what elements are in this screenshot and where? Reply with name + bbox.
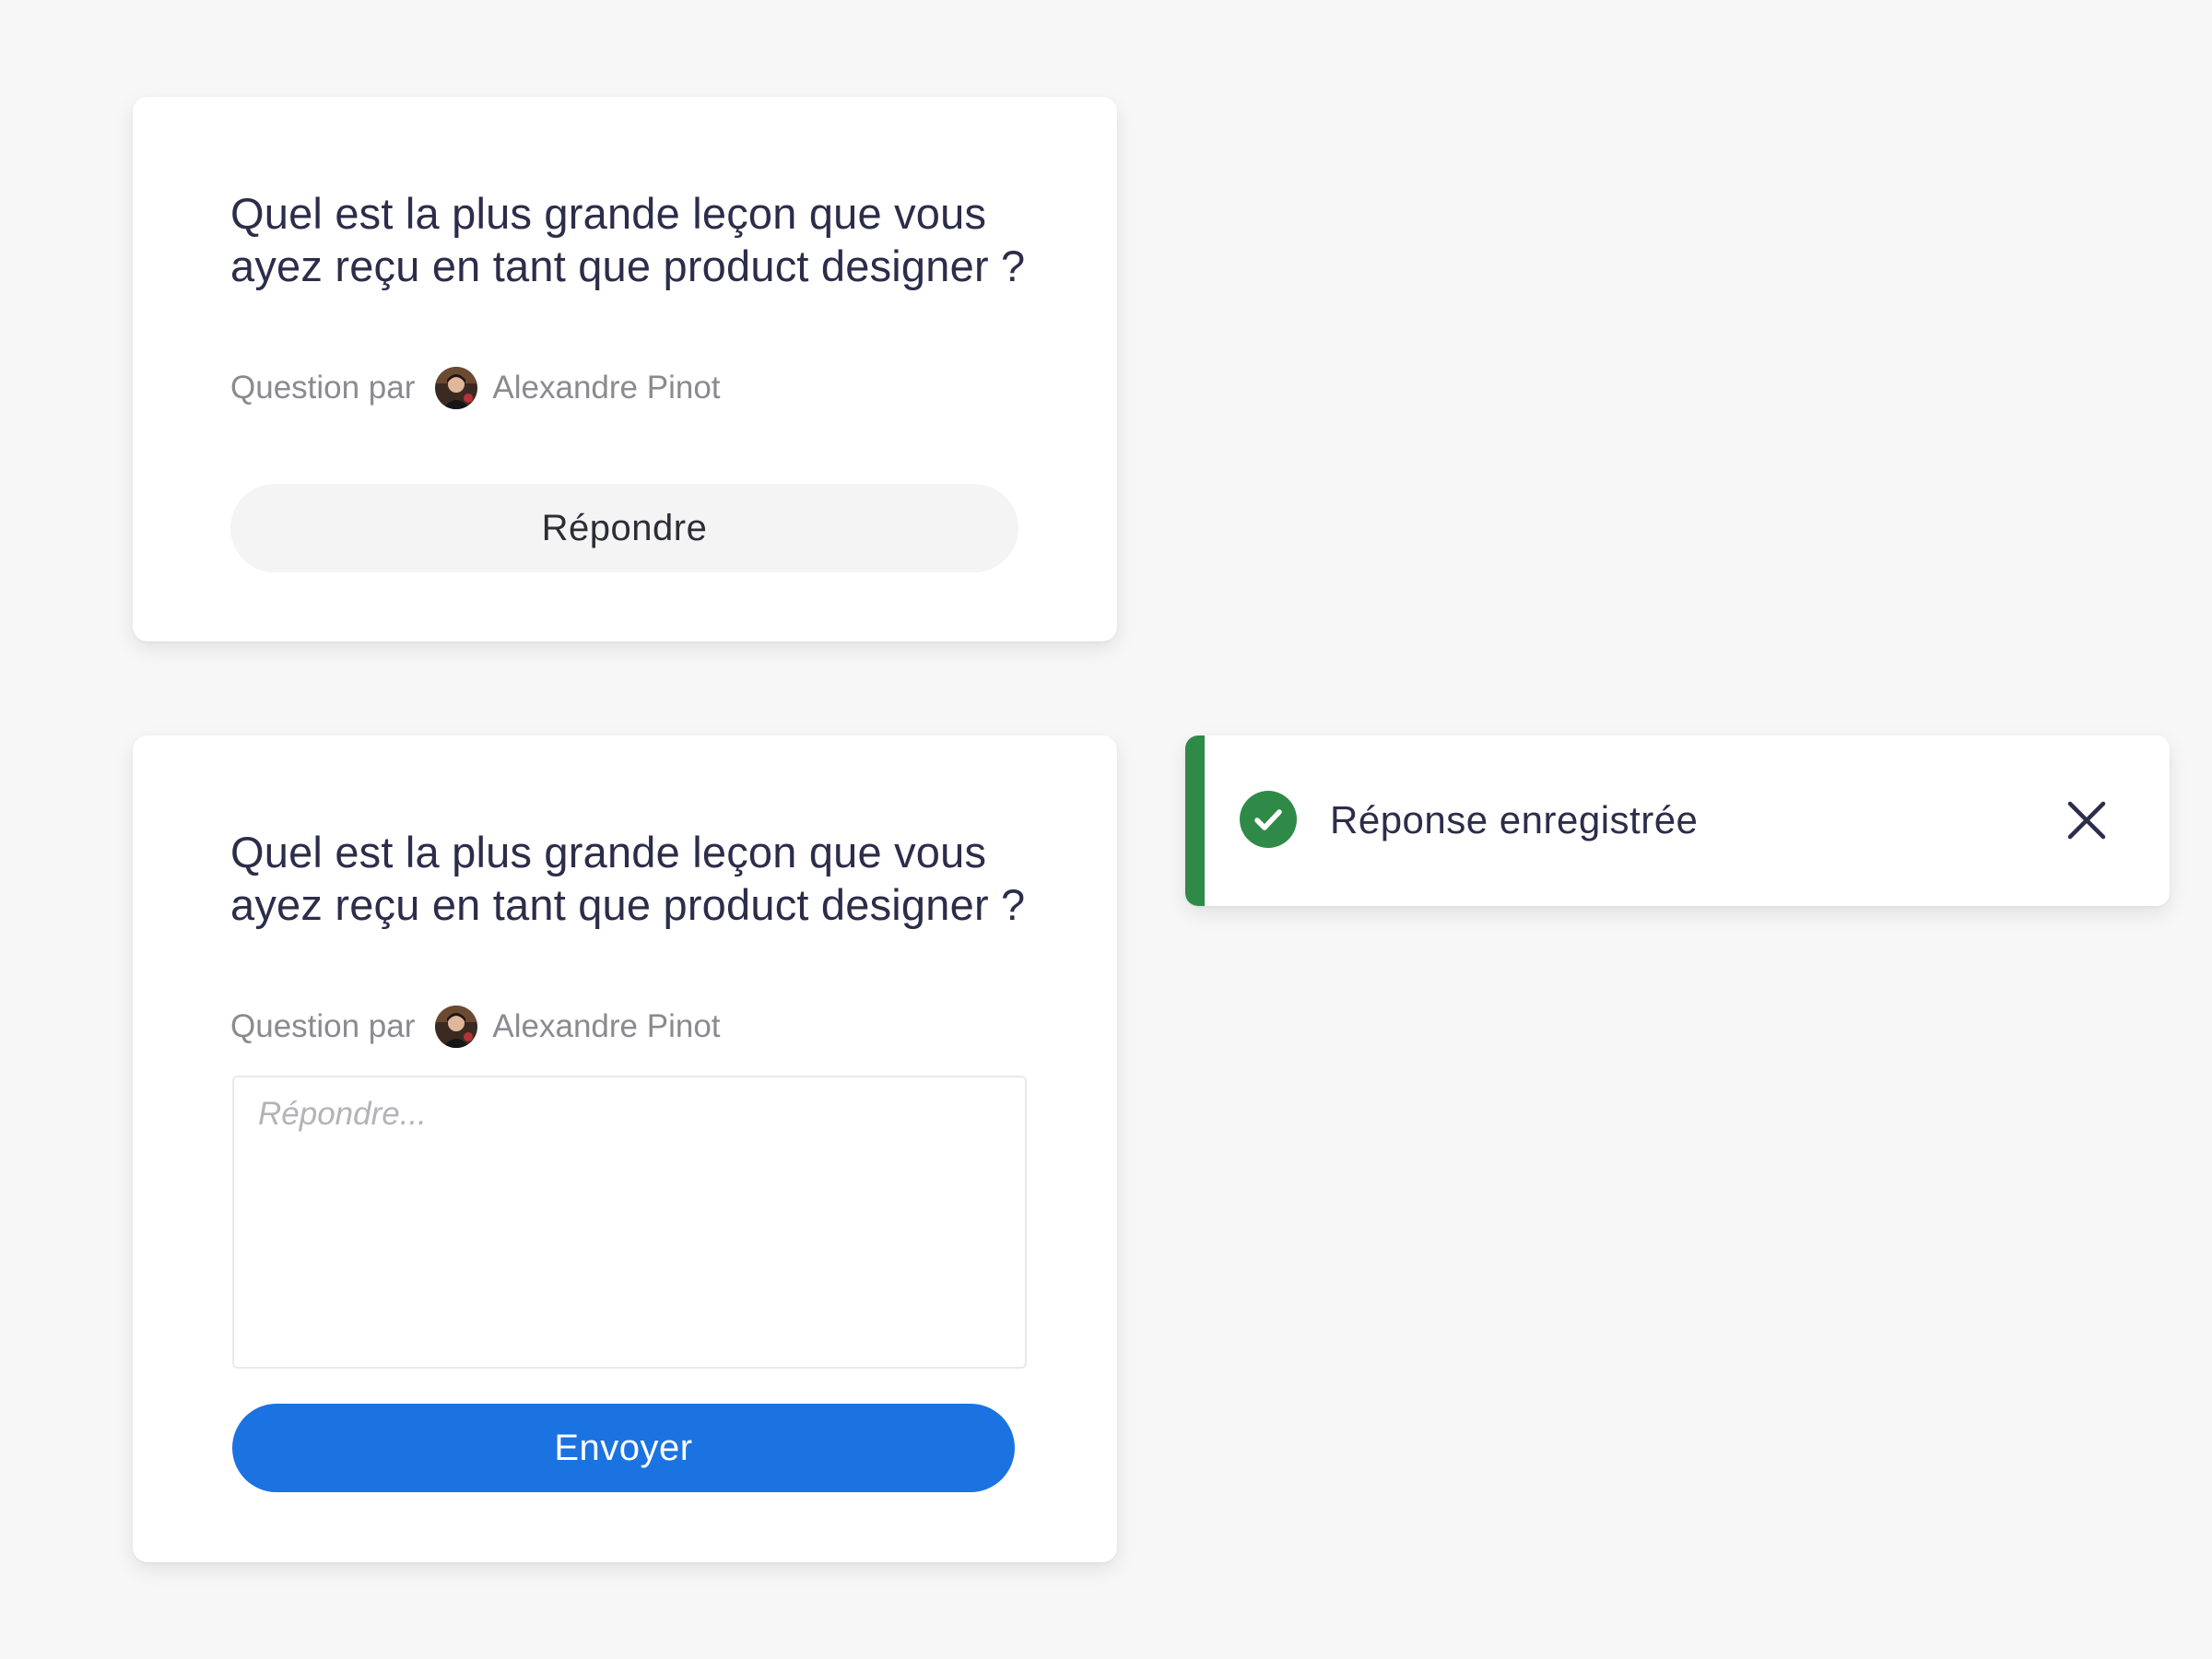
question-text: Quel est la plus grande leçon que vous a… — [230, 189, 1026, 290]
author-name: Alexandre Pinot — [492, 1008, 721, 1044]
byline-label: Question par — [230, 1008, 416, 1044]
question-card: Quel est la plus grande leçon que vous a… — [133, 97, 1117, 641]
question-byline: Question par Alexandre Pinot — [230, 366, 721, 410]
close-icon[interactable] — [2061, 794, 2112, 846]
avatar — [435, 367, 478, 409]
byline-label: Question par — [230, 370, 416, 406]
reply-button[interactable]: Répondre — [230, 484, 1018, 572]
send-button[interactable]: Envoyer — [232, 1404, 1015, 1492]
toast-status-bar — [1185, 735, 1205, 906]
question-text: Quel est la plus grande leçon que vous a… — [230, 828, 1026, 929]
check-circle-icon — [1240, 791, 1297, 848]
answer-input[interactable] — [232, 1076, 1027, 1369]
toast-message: Réponse enregistrée — [1330, 798, 1699, 841]
author-name: Alexandre Pinot — [492, 370, 721, 406]
question-byline: Question par Alexandre Pinot — [230, 1005, 721, 1049]
success-toast: Réponse enregistrée — [1185, 735, 2170, 906]
avatar — [435, 1006, 478, 1048]
answer-card: Quel est la plus grande leçon que vous a… — [133, 735, 1117, 1562]
